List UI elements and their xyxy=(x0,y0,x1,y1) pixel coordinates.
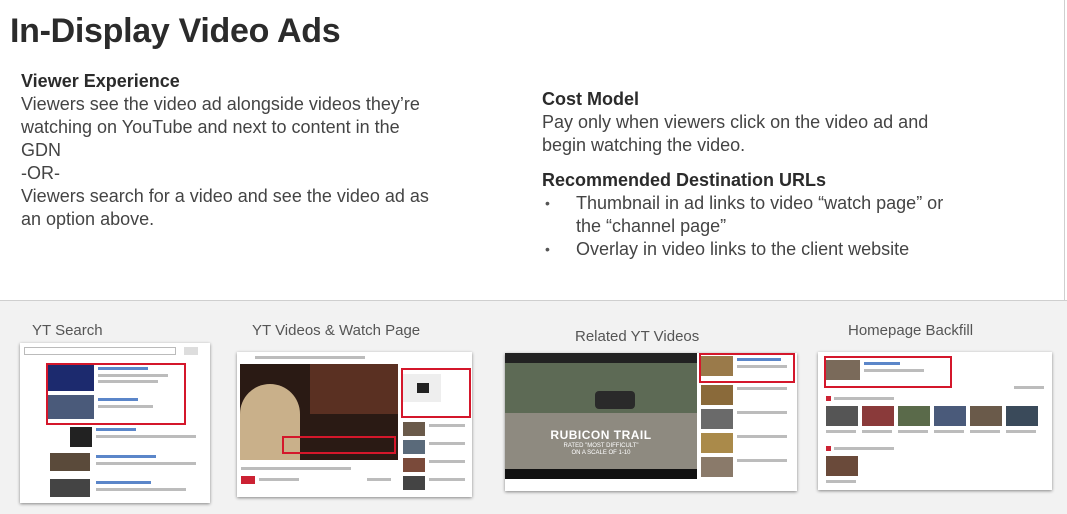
destination-url-bullet: • Overlay in video links to the client w… xyxy=(542,238,1012,261)
bullet-text: Overlay in video links to the client web… xyxy=(576,239,910,259)
viewer-experience-line: Viewers see the video ad alongside video… xyxy=(21,94,420,114)
search-input xyxy=(24,347,176,355)
related-videos-screenshot: RUBICON TRAIL RATED "MOST DIFFICULT" ON … xyxy=(505,353,797,491)
ad-highlight-box xyxy=(699,353,795,383)
viewer-experience-section: Viewer Experience Viewers see the video … xyxy=(21,70,491,231)
homepage-backfill-screenshot xyxy=(818,352,1052,490)
video-thumbnail xyxy=(70,427,92,447)
cost-model-section: Cost Model Pay only when viewers click o… xyxy=(542,88,1012,261)
video-overlay-subtitle: RATED "MOST DIFFICULT" xyxy=(563,443,639,449)
viewer-experience-line: Viewers search for a video and see the v… xyxy=(21,186,429,206)
ad-highlight-box xyxy=(46,363,186,425)
bullet-icon: • xyxy=(545,241,550,257)
viewer-experience-line: an option above. xyxy=(21,209,155,229)
yt-watch-page-screenshot xyxy=(237,352,472,497)
viewer-experience-line: GDN xyxy=(21,140,61,160)
cost-model-line: begin watching the video. xyxy=(542,135,746,155)
video-overlay-subtitle: ON A SCALE OF 1-10 xyxy=(571,450,631,456)
viewer-experience-line: -OR- xyxy=(21,163,60,183)
cost-model-line: Pay only when viewers click on the video… xyxy=(542,112,929,132)
bullet-icon: • xyxy=(545,195,550,211)
video-overlay-title: RUBICON TRAIL xyxy=(550,428,652,442)
main-video-player: RUBICON TRAIL RATED "MOST DIFFICULT" ON … xyxy=(505,353,697,479)
thumbnail-label: YT Search xyxy=(32,322,103,339)
cost-model-heading: Cost Model xyxy=(542,89,639,109)
thumbnail-label: Homepage Backfill xyxy=(848,322,974,339)
overlay-ad-highlight xyxy=(282,436,396,454)
player-controls[interactable] xyxy=(505,469,697,479)
yt-search-screenshot xyxy=(20,343,210,503)
destination-urls-heading: Recommended Destination URLs xyxy=(542,170,827,190)
slide-title: In-Display Video Ads xyxy=(10,12,341,50)
ad-highlight-box xyxy=(824,356,952,388)
thumbnail-label: Related YT Videos xyxy=(575,328,700,345)
destination-urls-list: • Thumbnail in ad links to video “watch … xyxy=(542,192,1012,261)
video-thumbnail xyxy=(50,479,90,497)
viewer-experience-line: watching on YouTube and next to content … xyxy=(21,117,400,137)
video-thumbnail xyxy=(50,453,90,471)
bullet-text: the “channel page” xyxy=(576,216,727,236)
slide-right-border xyxy=(1064,0,1065,300)
search-icon xyxy=(184,347,198,355)
slide: In-Display Video Ads Viewer Experience V… xyxy=(0,0,1067,514)
bullet-text: Thumbnail in ad links to video “watch pa… xyxy=(576,193,944,213)
main-video-player xyxy=(240,364,398,460)
destination-url-bullet: • Thumbnail in ad links to video “watch … xyxy=(542,192,1012,238)
ad-highlight-box xyxy=(401,368,471,418)
viewer-experience-heading: Viewer Experience xyxy=(21,71,180,91)
thumbnail-label: YT Videos & Watch Page xyxy=(252,322,421,339)
